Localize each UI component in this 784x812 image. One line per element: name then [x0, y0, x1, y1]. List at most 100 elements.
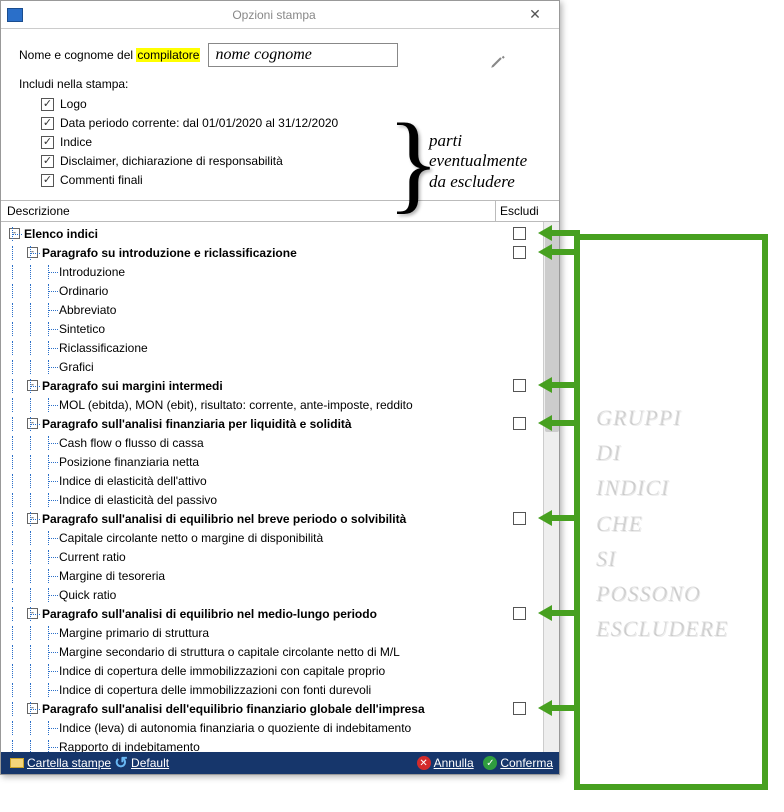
tree-node-text: Quick ratio	[59, 588, 116, 602]
undo-icon: ↺	[114, 756, 128, 770]
tree-row-3[interactable]: Ordinario	[1, 281, 559, 300]
tree-node-text: Introduzione	[59, 265, 125, 279]
tree-row-19[interactable]: Quick ratio	[1, 585, 559, 604]
scrollbar[interactable]	[543, 222, 559, 752]
tree-node-text: Indice di copertura delle immobilizzazio…	[59, 683, 371, 697]
tree-row-8[interactable]: -Paragrafo sui margini intermedi	[1, 376, 559, 395]
print-folder-link[interactable]: Cartella stampe	[27, 756, 111, 770]
column-header-exclude[interactable]: Escludi	[495, 201, 543, 221]
include-checkbox-0: Logo	[41, 97, 541, 111]
tree-row-11[interactable]: Cash flow o flusso di cassa	[1, 433, 559, 452]
tree-row-18[interactable]: Margine di tesoreria	[1, 566, 559, 585]
tree-row-2[interactable]: Introduzione	[1, 262, 559, 281]
tree-row-5[interactable]: Sintetico	[1, 319, 559, 338]
compiler-label-highlight: compilatore	[136, 48, 200, 62]
include-label: Includi nella stampa:	[19, 77, 541, 91]
include-checkbox-label-3: Disclaimer, dichiarazione di responsabil…	[60, 154, 283, 168]
exclude-checkbox[interactable]	[513, 607, 526, 620]
tree-row-9[interactable]: MOL (ebitda), MON (ebit), risultato: cor…	[1, 395, 559, 414]
arrow-annotation	[540, 227, 580, 239]
green-annotation-text: GRUPPI DI INDICI CHE SI POSSONO ESCLUDER…	[596, 400, 728, 646]
pen-icon	[489, 52, 507, 70]
tree-row-27[interactable]: Rapporto di indebitamento	[1, 737, 559, 752]
arrow-annotation	[540, 607, 580, 619]
tree-row-25[interactable]: -Paragrafo sull'analisi dell'equilibrio …	[1, 699, 559, 718]
include-checkbox-box-4[interactable]	[41, 174, 54, 187]
tree-node-text: Indice di elasticità del passivo	[59, 493, 217, 507]
app-icon	[7, 8, 23, 22]
exclude-checkbox[interactable]	[513, 227, 526, 240]
arrow-annotation	[540, 246, 580, 258]
tree-node-text: Margine primario di struttura	[59, 626, 209, 640]
tree-node-text: Paragrafo sui margini intermedi	[42, 379, 223, 393]
tree-node-text: Ordinario	[59, 284, 108, 298]
tree-view: -Elenco indici-Paragrafo su introduzione…	[1, 222, 559, 752]
tree-node-text: Paragrafo sull'analisi dell'equilibrio f…	[42, 702, 425, 716]
grid-header: Descrizione Escludi	[1, 200, 559, 222]
parts-annotation: parti eventualmente da escludere	[429, 131, 527, 192]
exclude-checkbox[interactable]	[513, 379, 526, 392]
tree-node-text: Riclassificazione	[59, 341, 148, 355]
include-checkbox-box-3[interactable]	[41, 155, 54, 168]
tree-node-text: Sintetico	[59, 322, 105, 336]
exclude-checkbox[interactable]	[513, 417, 526, 430]
tree-row-21[interactable]: Margine primario di struttura	[1, 623, 559, 642]
arrow-annotation	[540, 379, 580, 391]
tree-node-text: Capitale circolante netto o margine di d…	[59, 531, 323, 545]
compiler-name-row: Nome e cognome del compilatore	[19, 43, 541, 67]
include-checkbox-box-0[interactable]	[41, 98, 54, 111]
tree-row-14[interactable]: Indice di elasticità del passivo	[1, 490, 559, 509]
cancel-icon: ✕	[417, 756, 431, 770]
compiler-name-label: Nome e cognome del compilatore	[19, 48, 200, 62]
close-button[interactable]: ✕	[517, 5, 553, 25]
include-checkbox-label-4: Commenti finali	[60, 173, 143, 187]
tree-node-text: Indice di elasticità dell'attivo	[59, 474, 207, 488]
tree-node-text: Posizione finanziaria netta	[59, 455, 199, 469]
footer: Cartella stampe ↺ Default ✕ Annulla ✓ Co…	[1, 752, 559, 774]
include-checkbox-1: Data periodo corrente: dal 01/01/2020 al…	[41, 116, 541, 130]
tree-node-text: Paragrafo sull'analisi di equilibrio nel…	[42, 607, 377, 621]
tree-row-16[interactable]: Capitale circolante netto o margine di d…	[1, 528, 559, 547]
tree-row-24[interactable]: Indice di copertura delle immobilizzazio…	[1, 680, 559, 699]
tree-node-text: Paragrafo sull'analisi finanziaria per l…	[42, 417, 352, 431]
include-checkbox-box-2[interactable]	[41, 136, 54, 149]
tree-row-7[interactable]: Grafici	[1, 357, 559, 376]
tree-row-10[interactable]: -Paragrafo sull'analisi finanziaria per …	[1, 414, 559, 433]
default-link[interactable]: Default	[131, 756, 169, 770]
folder-icon	[10, 758, 24, 768]
tree-row-15[interactable]: -Paragrafo sull'analisi di equilibrio ne…	[1, 509, 559, 528]
scrollbar-thumb[interactable]	[545, 232, 559, 432]
exclude-checkbox[interactable]	[513, 702, 526, 715]
include-checkbox-label-1: Data periodo corrente: dal 01/01/2020 al…	[60, 116, 338, 130]
tree-row-13[interactable]: Indice di elasticità dell'attivo	[1, 471, 559, 490]
tree-row-4[interactable]: Abbreviato	[1, 300, 559, 319]
grid-body: -Elenco indici-Paragrafo su introduzione…	[1, 222, 559, 752]
tree-node-text: Abbreviato	[59, 303, 116, 317]
exclude-checkbox[interactable]	[513, 246, 526, 259]
tree-row-17[interactable]: Current ratio	[1, 547, 559, 566]
arrow-annotation	[540, 512, 580, 524]
tree-node-text: Margine secondario di struttura o capita…	[59, 645, 400, 659]
titlebar: Opzioni stampa ✕	[1, 1, 559, 29]
include-checkbox-label-2: Indice	[60, 135, 92, 149]
tree-node-text: Elenco indici	[24, 227, 98, 241]
tree-row-0[interactable]: -Elenco indici	[1, 224, 559, 243]
tree-row-6[interactable]: Riclassificazione	[1, 338, 559, 357]
tree-node-text: MOL (ebitda), MON (ebit), risultato: cor…	[59, 398, 413, 412]
tree-node-text: Indice di copertura delle immobilizzazio…	[59, 664, 385, 678]
tree-row-1[interactable]: -Paragrafo su introduzione e riclassific…	[1, 243, 559, 262]
compiler-name-input[interactable]	[208, 43, 398, 67]
tree-node-text: Cash flow o flusso di cassa	[59, 436, 204, 450]
exclude-checkbox[interactable]	[513, 512, 526, 525]
tree-row-23[interactable]: Indice di copertura delle immobilizzazio…	[1, 661, 559, 680]
tree-row-12[interactable]: Posizione finanziaria netta	[1, 452, 559, 471]
tree-row-22[interactable]: Margine secondario di struttura o capita…	[1, 642, 559, 661]
include-checkbox-box-1[interactable]	[41, 117, 54, 130]
cancel-button[interactable]: Annulla	[434, 756, 474, 770]
confirm-button[interactable]: Conferma	[500, 756, 553, 770]
tree-node-text: Grafici	[59, 360, 94, 374]
tree-node-text: Paragrafo sull'analisi di equilibrio nel…	[42, 512, 406, 526]
tree-row-26[interactable]: Indice (leva) di autonomia finanziaria o…	[1, 718, 559, 737]
tree-row-20[interactable]: -Paragrafo sull'analisi di equilibrio ne…	[1, 604, 559, 623]
tree-node-text: Current ratio	[59, 550, 126, 564]
